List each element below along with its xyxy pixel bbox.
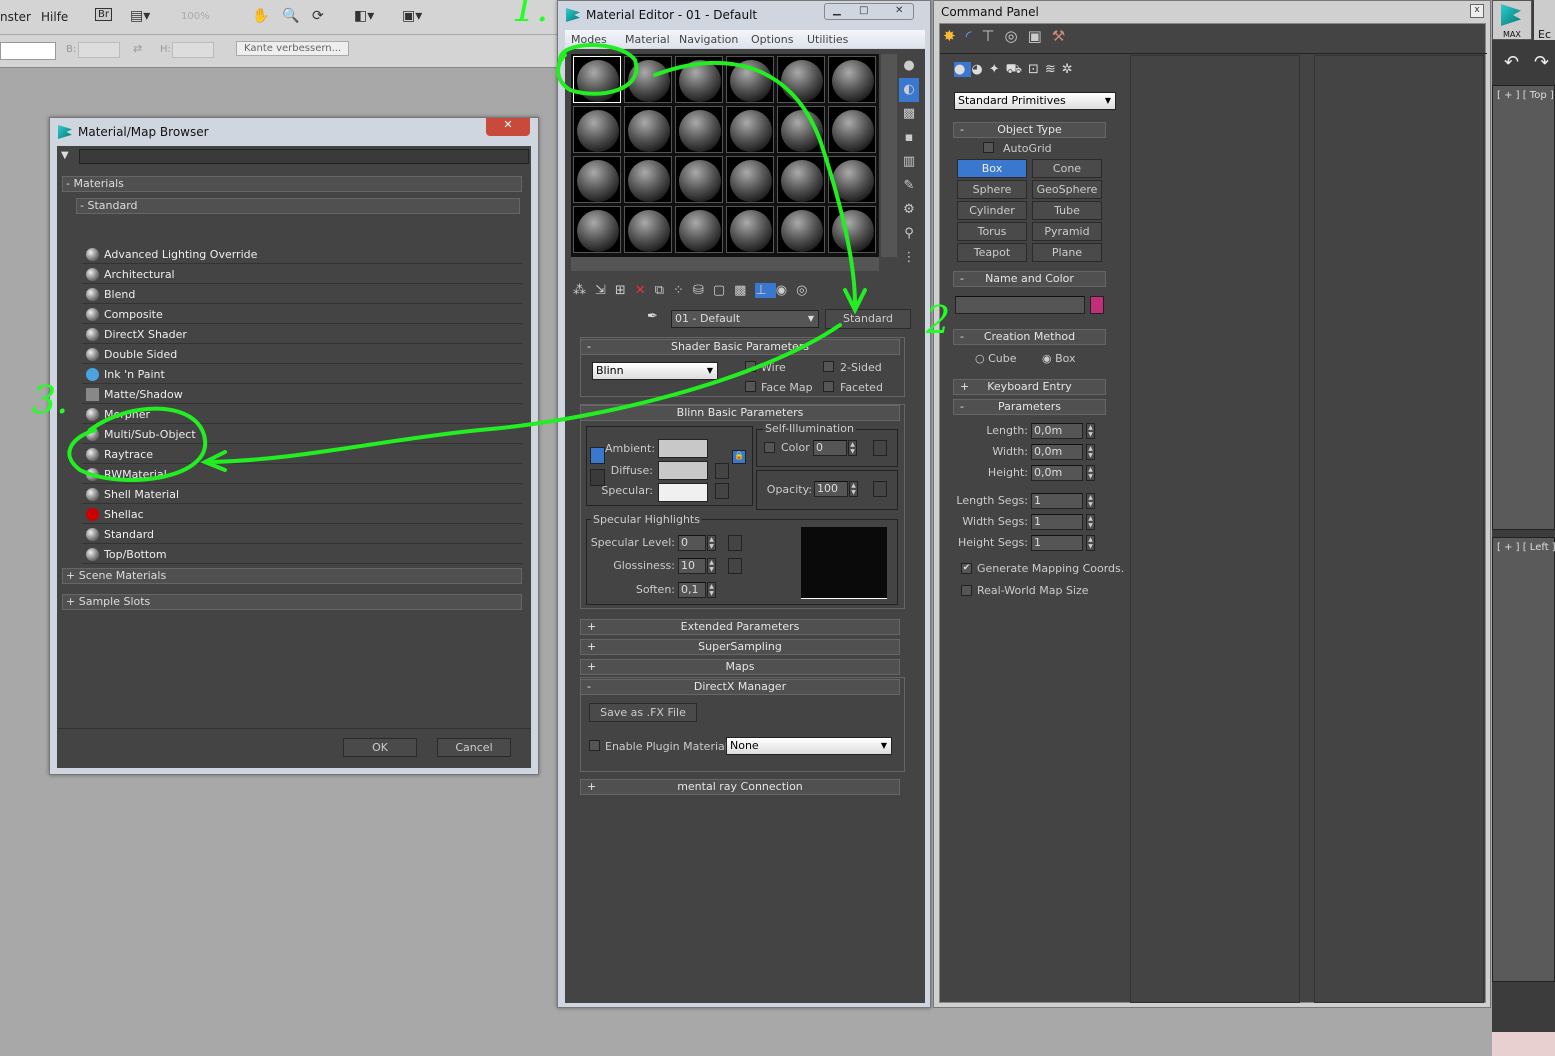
annotation-step-3: 3. xyxy=(32,378,69,422)
arrow-to-standard-annotation xyxy=(653,60,867,315)
circle-shell-annotation xyxy=(67,406,208,482)
annotation-strokes xyxy=(67,43,867,482)
annotation-step-1: 1. xyxy=(512,0,549,30)
arrow-to-shell-annotation xyxy=(200,323,842,472)
circle-slot-annotation xyxy=(556,43,639,96)
annotation-step-2: 2 xyxy=(926,298,951,342)
